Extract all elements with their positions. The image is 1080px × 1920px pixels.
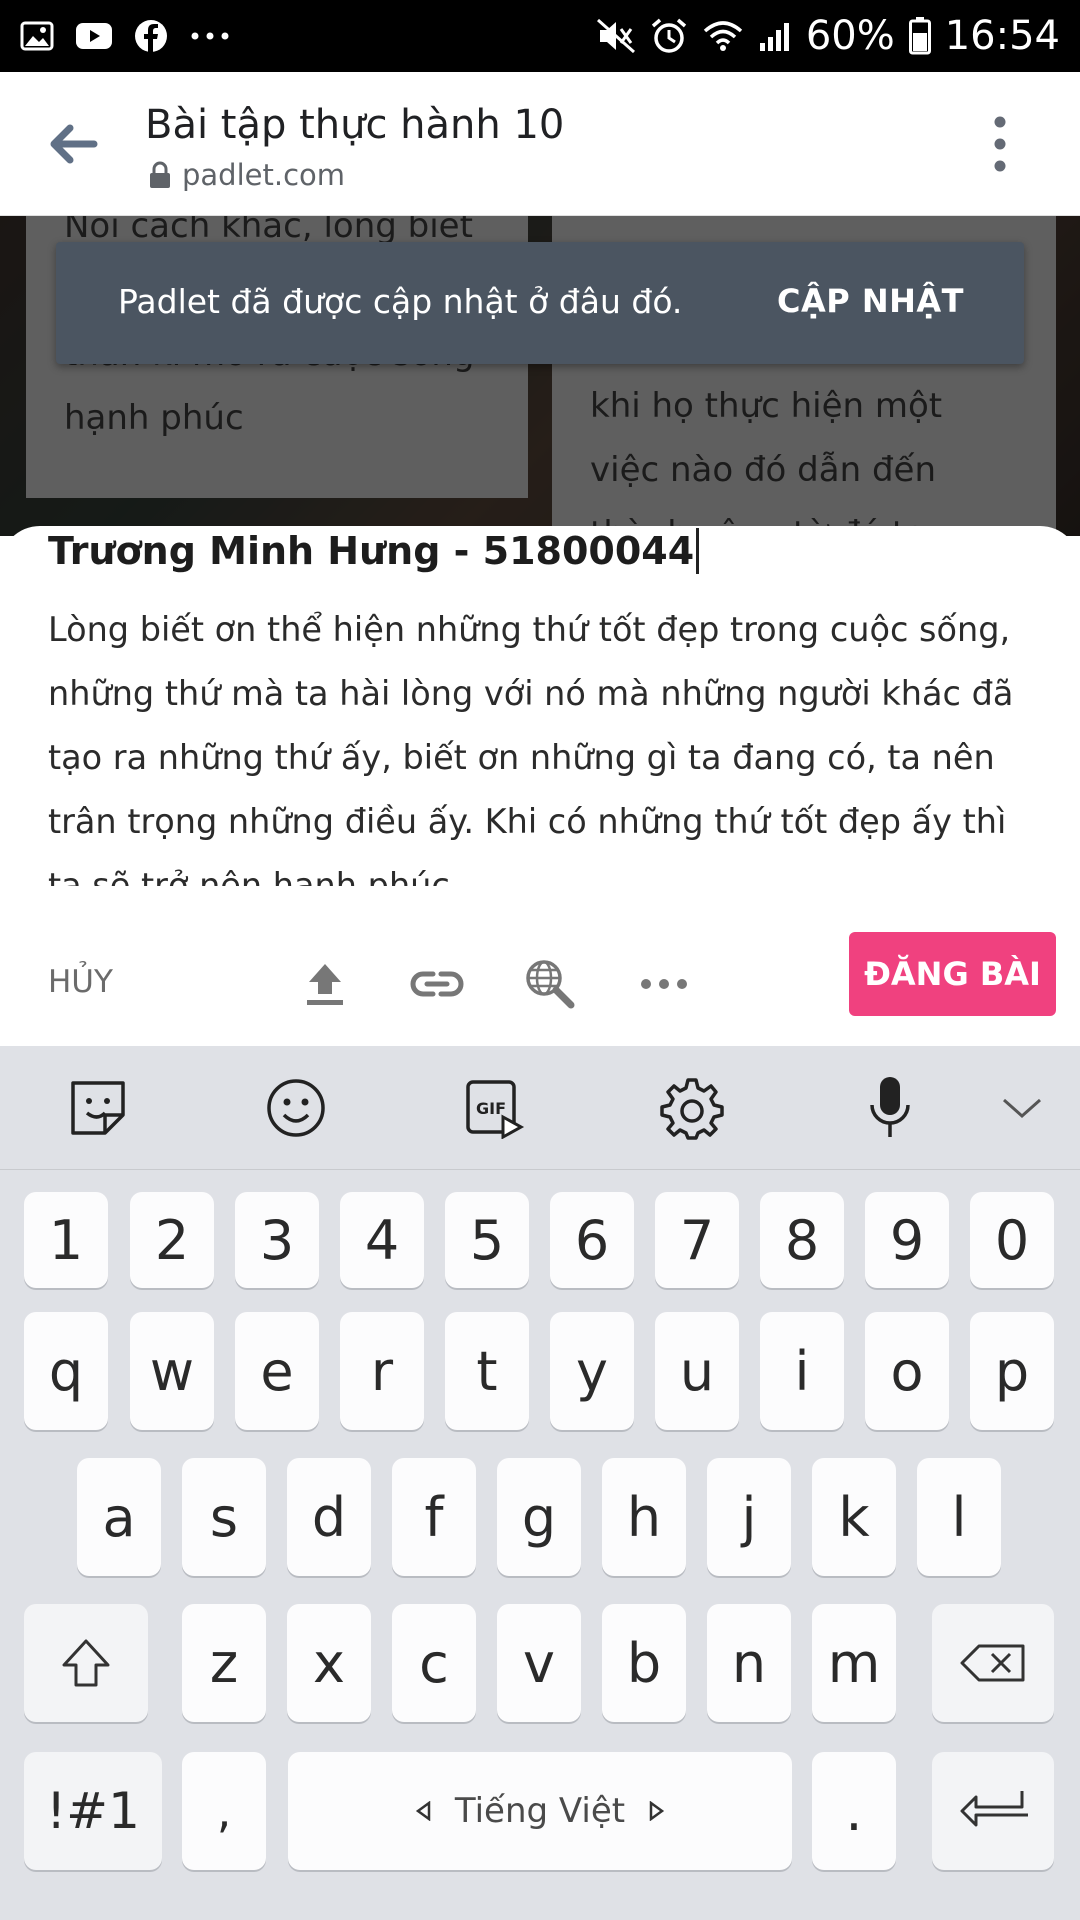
key-d[interactable]: d — [287, 1458, 371, 1576]
facebook-icon — [134, 19, 168, 53]
post-title-text: Trương Minh Hưng - 51800044 — [48, 529, 695, 573]
alarm-icon — [650, 17, 688, 55]
body-line: ta sẽ trở nên hạnh phúc. — [48, 866, 461, 886]
clock-time: 16:54 — [944, 13, 1060, 59]
arrow-right-icon — [649, 1801, 665, 1821]
post-button[interactable]: ĐĂNG BÀI — [849, 932, 1056, 1016]
collapse-icon[interactable] — [990, 1076, 1054, 1140]
body-line: những thứ mà ta hài lòng với nó mà những… — [48, 674, 1014, 713]
key-6[interactable]: 6 — [550, 1192, 634, 1288]
toast-message: Padlet đã được cập nhật ở đâu đó. — [118, 282, 683, 321]
mute-icon — [596, 18, 636, 54]
key-r[interactable]: r — [340, 1312, 424, 1430]
cancel-button[interactable]: HỦY — [48, 964, 113, 1000]
key-z[interactable]: z — [182, 1604, 266, 1722]
menu-button[interactable] — [985, 112, 1015, 176]
key-1[interactable]: 1 — [24, 1192, 108, 1288]
browser-header: Bài tập thực hành 10 padlet.com — [0, 72, 1080, 216]
key-b[interactable]: b — [602, 1604, 686, 1722]
body-line: trân trọng những điều ấy. Khi có những t… — [48, 802, 1007, 841]
battery-percent: 60% — [805, 13, 895, 59]
kebab-icon — [994, 116, 1006, 172]
key-v[interactable]: v — [497, 1604, 581, 1722]
gallery-icon — [20, 21, 54, 51]
post-body-input[interactable]: Lòng biết ơn thể hiện những thứ tốt đẹp … — [48, 598, 1048, 886]
key-y[interactable]: y — [550, 1312, 634, 1430]
key-j[interactable]: j — [707, 1458, 791, 1576]
period-key[interactable]: . — [812, 1752, 896, 1870]
key-o[interactable]: o — [865, 1312, 949, 1430]
back-button[interactable] — [44, 116, 100, 172]
lock-icon — [150, 161, 170, 188]
comma-key[interactable]: , — [182, 1752, 266, 1870]
symbols-key[interactable]: !#1 — [24, 1752, 162, 1870]
key-5[interactable]: 5 — [445, 1192, 529, 1288]
gif-icon[interactable]: GIF — [462, 1076, 526, 1140]
key-c[interactable]: c — [392, 1604, 476, 1722]
enter-icon — [960, 1791, 1028, 1827]
text-caret — [696, 528, 700, 574]
arrow-left-icon — [415, 1801, 431, 1821]
microphone-icon[interactable] — [858, 1076, 922, 1140]
key-x[interactable]: x — [287, 1604, 371, 1722]
key-t[interactable]: t — [445, 1312, 529, 1430]
status-bar: 60% 16:54 — [0, 0, 1080, 72]
upload-icon[interactable] — [297, 956, 353, 1012]
key-0[interactable]: 0 — [970, 1192, 1054, 1288]
back-arrow-icon — [50, 124, 98, 164]
update-toast: Padlet đã được cập nhật ở đâu đó. CẬP NH… — [56, 242, 1024, 364]
key-8[interactable]: 8 — [760, 1192, 844, 1288]
key-h[interactable]: h — [602, 1458, 686, 1576]
language-label: Tiếng Việt — [454, 1791, 626, 1831]
url-text: padlet.com — [182, 158, 346, 192]
key-m[interactable]: m — [812, 1604, 896, 1722]
key-u[interactable]: u — [655, 1312, 739, 1430]
key-a[interactable]: a — [77, 1458, 161, 1576]
keyboard: GIF 1 2 3 4 5 6 7 8 9 0 q w e r t y u i … — [0, 1046, 1080, 1920]
backspace-icon — [960, 1644, 1025, 1682]
page-title: Bài tập thực hành 10 — [145, 102, 565, 148]
wifi-icon — [702, 19, 744, 53]
key-7[interactable]: 7 — [655, 1192, 739, 1288]
space-key[interactable]: Tiếng Việt — [288, 1752, 792, 1870]
key-q[interactable]: q — [24, 1312, 108, 1430]
key-i[interactable]: i — [760, 1312, 844, 1430]
backspace-key[interactable] — [932, 1604, 1054, 1722]
more-options-icon[interactable] — [636, 956, 692, 1012]
more-icon — [190, 31, 230, 41]
key-g[interactable]: g — [497, 1458, 581, 1576]
key-p[interactable]: p — [970, 1312, 1054, 1430]
sticker-icon[interactable] — [66, 1076, 130, 1140]
shift-key[interactable] — [24, 1604, 148, 1722]
shift-icon — [62, 1639, 110, 1687]
web-search-icon[interactable] — [522, 956, 578, 1012]
key-l[interactable]: l — [917, 1458, 1001, 1576]
link-icon[interactable] — [409, 956, 465, 1012]
body-line: Lòng biết ơn thể hiện những thứ tốt đẹp … — [48, 610, 1011, 649]
youtube-icon — [76, 23, 112, 49]
signal-icon — [758, 19, 792, 53]
page-url: padlet.com — [148, 158, 345, 192]
key-w[interactable]: w — [130, 1312, 214, 1430]
key-3[interactable]: 3 — [235, 1192, 319, 1288]
key-k[interactable]: k — [812, 1458, 896, 1576]
key-n[interactable]: n — [707, 1604, 791, 1722]
emoji-icon[interactable] — [264, 1076, 328, 1140]
enter-key[interactable] — [932, 1752, 1054, 1870]
keyboard-toolbar: GIF — [0, 1046, 1080, 1170]
key-4[interactable]: 4 — [340, 1192, 424, 1288]
key-9[interactable]: 9 — [865, 1192, 949, 1288]
key-f[interactable]: f — [392, 1458, 476, 1576]
battery-icon — [908, 17, 931, 55]
key-s[interactable]: s — [182, 1458, 266, 1576]
update-button[interactable]: CẬP NHẬT — [777, 282, 964, 320]
body-line: tạo ra những thứ ấy, biết ơn những gì ta… — [48, 738, 995, 777]
key-2[interactable]: 2 — [130, 1192, 214, 1288]
post-title-input[interactable]: Trương Minh Hưng - 51800044 — [48, 526, 700, 576]
settings-icon[interactable] — [660, 1076, 724, 1140]
key-e[interactable]: e — [235, 1312, 319, 1430]
